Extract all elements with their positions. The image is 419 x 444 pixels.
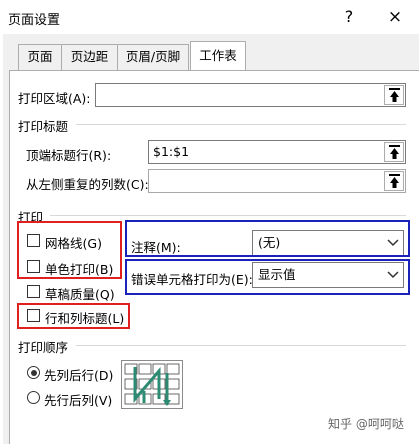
print-area-label: 打印区域(A): [18,91,91,106]
tab-header-footer[interactable]: 页眉/页脚 [117,44,189,70]
print-group-divider [50,215,406,216]
blue-highlight-box-comments [125,220,410,257]
down-then-over-radio[interactable] [27,366,40,379]
close-button[interactable]: × [383,6,407,28]
blue-highlight-box-errors [125,259,410,295]
dialog-left-edge [0,34,3,444]
collapse-icon [389,174,400,188]
rows-to-repeat-label: 顶端标题行(R): [26,148,112,163]
print-titles-group-label: 打印标题 [18,119,69,134]
tab-margins[interactable]: 页边距 [61,44,118,70]
down-then-over-label: 先列后行(D) [44,368,114,383]
print-area-collapse-button[interactable] [384,85,404,105]
cols-to-repeat-label: 从左侧重复的列数(C): [26,177,149,192]
draft-quality-label: 草稿质量(Q) [45,287,115,302]
page-order-preview-icon [124,363,180,406]
draft-quality-checkbox[interactable] [27,285,40,298]
red-highlight-box-headings [17,303,130,329]
watermark-text: 知乎 @呵呵哒 [328,417,404,431]
title-bar: 页面设置 ? × [0,0,419,34]
page-order-divider [76,345,406,346]
cols-collapse-button[interactable] [384,171,404,191]
red-highlight-box-gridlines [17,221,122,279]
collapse-icon [389,145,400,159]
help-button[interactable]: ? [338,6,360,28]
rows-to-repeat-input[interactable]: $1:$1 [148,140,406,164]
tab-sheet[interactable]: 工作表 [190,41,246,71]
page-order-preview-image [121,360,183,409]
over-then-down-radio[interactable] [27,391,40,404]
over-then-down-label: 先行后列(V) [44,393,113,408]
page-order-group-label: 打印顺序 [18,340,69,355]
dialog-title: 页面设置 [8,13,61,28]
tab-page[interactable]: 页面 [18,44,62,70]
cols-to-repeat-input[interactable] [148,169,406,193]
rows-collapse-button[interactable] [384,142,404,162]
print-titles-divider [76,124,406,125]
print-area-input[interactable] [95,83,406,107]
collapse-icon [389,88,400,102]
